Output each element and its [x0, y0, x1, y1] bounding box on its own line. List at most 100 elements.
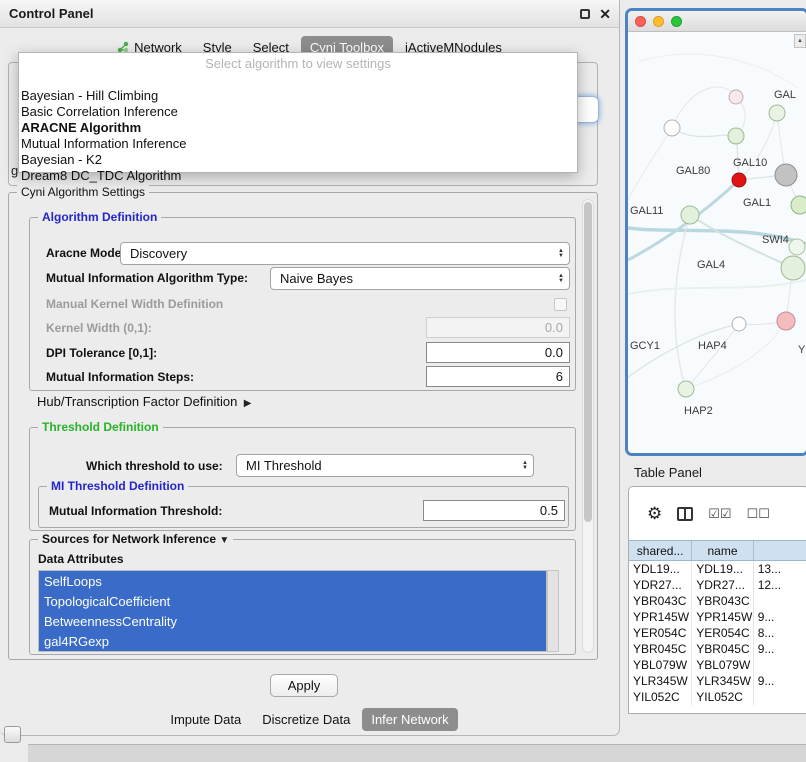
scrollbar-thumb[interactable] [584, 202, 592, 522]
table-cell[interactable]: YPR145W [629, 609, 692, 625]
network-node[interactable] [769, 105, 785, 121]
mi-threshold-field[interactable]: 0.5 [423, 500, 565, 521]
hub-definition-toggle[interactable]: Hub/Transcription Factor Definition ▶ [37, 395, 251, 409]
tab-label: Impute Data [170, 712, 241, 727]
float-window-icon[interactable] [580, 9, 590, 19]
table-cell[interactable]: YIL052C [629, 689, 692, 705]
table-cell[interactable]: YER054C [629, 625, 692, 641]
table-cell[interactable]: YBR043C [629, 593, 692, 609]
table-cell[interactable]: YDR27... [629, 577, 692, 593]
table-row[interactable]: YBR045C YBR045C 9... [629, 641, 806, 657]
mi-steps-field[interactable]: 6 [426, 366, 570, 387]
tab-infer-network[interactable]: Infer Network [362, 708, 457, 731]
table-cell[interactable]: YDR27... [692, 577, 753, 593]
table-row[interactable]: YLR345W YLR345W 9... [629, 673, 806, 689]
field-value: 0.0 [545, 345, 563, 360]
table-row[interactable]: YDR27... YDR27... 12... [629, 577, 806, 593]
table-body: YDL19... YDL19... 13... YDR27... YDR27..… [629, 561, 806, 705]
table-row[interactable]: YDL19... YDL19... 13... [629, 561, 806, 577]
minimize-traffic-light[interactable] [653, 16, 664, 27]
table-cell[interactable]: YLR345W [629, 673, 692, 689]
table-cell[interactable]: YBL079W [692, 657, 753, 673]
network-node-red[interactable] [732, 173, 746, 187]
which-threshold-label: Which threshold to use: [86, 459, 223, 473]
table-cell[interactable] [754, 593, 806, 609]
attribute-item-selected[interactable]: BetweennessCentrality [39, 611, 546, 631]
table-row[interactable]: YER054C YER054C 8... [629, 625, 806, 641]
dropdown-item[interactable]: Bayesian - K2 [19, 152, 577, 168]
attribute-list-scrollbar[interactable] [547, 570, 559, 652]
close-icon[interactable]: ✕ [599, 7, 611, 21]
manual-kernel-checkbox[interactable] [554, 298, 567, 311]
select-all-columns-icon[interactable]: ☑☑ [708, 506, 731, 522]
kernel-width-field[interactable]: 0.0 [426, 317, 570, 338]
node-label: HAP2 [684, 405, 713, 417]
table-cell[interactable]: YBR043C [692, 593, 753, 609]
table-cell[interactable]: 9... [754, 641, 806, 657]
which-threshold-combo[interactable]: MI Threshold ▲▼ [236, 454, 534, 477]
table-cell[interactable] [754, 689, 806, 705]
dropdown-item[interactable]: Mutual Information Inference [19, 136, 577, 152]
network-node[interactable] [732, 317, 746, 331]
column-header[interactable] [754, 541, 806, 560]
table-cell[interactable]: 9... [754, 609, 806, 625]
table-cell[interactable]: 9... [754, 673, 806, 689]
table-cell[interactable]: YER054C [692, 625, 753, 641]
column-header[interactable]: name [692, 541, 753, 560]
table-cell[interactable]: YPR145W [692, 609, 753, 625]
table-cell[interactable]: YBL079W [629, 657, 692, 673]
close-traffic-light[interactable] [635, 16, 646, 27]
network-node[interactable] [728, 128, 744, 144]
zoom-traffic-light[interactable] [671, 16, 682, 27]
network-node[interactable] [789, 239, 805, 255]
network-node[interactable] [791, 196, 806, 214]
network-node[interactable] [664, 120, 680, 136]
table-cell[interactable]: YDL19... [692, 561, 753, 577]
table-row[interactable]: YBL079W YBL079W [629, 657, 806, 673]
show-columns-icon[interactable] [677, 507, 693, 521]
table-cell[interactable]: 8... [754, 625, 806, 641]
apply-button[interactable]: Apply [270, 674, 338, 697]
table-cell[interactable]: YIL052C [692, 689, 753, 705]
table-cell[interactable]: YBR045C [692, 641, 753, 657]
table-cell[interactable]: YLR345W [692, 673, 753, 689]
table-row[interactable]: YPR145W YPR145W 9... [629, 609, 806, 625]
mi-type-combo[interactable]: Naive Bayes ▲▼ [270, 267, 570, 290]
table-cell[interactable]: 12... [754, 577, 806, 593]
column-header[interactable]: shared... [629, 541, 692, 560]
attribute-item-selected[interactable]: SelfLoops [39, 571, 546, 591]
dpi-tolerance-field[interactable]: 0.0 [426, 342, 570, 363]
kernel-width-label: Kernel Width (0,1): [46, 321, 152, 335]
settings-scrollbar[interactable] [582, 199, 594, 653]
table-cell[interactable]: 13... [754, 561, 806, 577]
network-canvas[interactable]: ▲ [628, 32, 806, 453]
field-value: 0.0 [545, 320, 563, 335]
dropdown-item[interactable]: Bayesian - Hill Climbing [19, 88, 577, 104]
group-title: Threshold Definition [38, 420, 163, 434]
dropdown-item[interactable]: Basic Correlation Inference [19, 104, 577, 120]
table-cell[interactable]: YDL19... [629, 561, 692, 577]
table-row[interactable]: YBR043C YBR043C [629, 593, 806, 609]
dropdown-item[interactable]: Dream8 DC_TDC Algorithm [19, 168, 577, 184]
network-node[interactable] [678, 381, 694, 397]
node-label: GAL4 [697, 259, 725, 271]
network-node[interactable] [681, 206, 699, 224]
scroll-up-arrow[interactable]: ▲ [794, 34, 806, 48]
attribute-item-selected[interactable]: gal4RGexp [39, 631, 546, 651]
tab-discretize-data[interactable]: Discretize Data [253, 708, 359, 731]
network-node[interactable] [781, 256, 805, 280]
gear-icon[interactable]: ⚙ [647, 504, 662, 524]
sources-toggle[interactable]: Sources for Network Inference ▼ [38, 532, 233, 546]
table-row[interactable]: YIL052C YIL052C [629, 689, 806, 705]
network-node-pink[interactable] [777, 312, 795, 330]
tab-impute-data[interactable]: Impute Data [161, 708, 250, 731]
dropdown-item-selected[interactable]: ARACNE Algorithm [19, 120, 577, 136]
network-node-gray[interactable] [775, 164, 797, 186]
attribute-item-selected[interactable]: TopologicalCoefficient [39, 591, 546, 611]
deselect-all-columns-icon[interactable]: ☐☐ [747, 506, 770, 522]
aracne-mode-combo[interactable]: Discovery ▲▼ [120, 242, 570, 265]
network-node[interactable] [729, 90, 743, 104]
minimized-panel-icon[interactable] [4, 726, 21, 743]
table-cell[interactable]: YBR045C [629, 641, 692, 657]
table-cell[interactable] [754, 657, 806, 673]
